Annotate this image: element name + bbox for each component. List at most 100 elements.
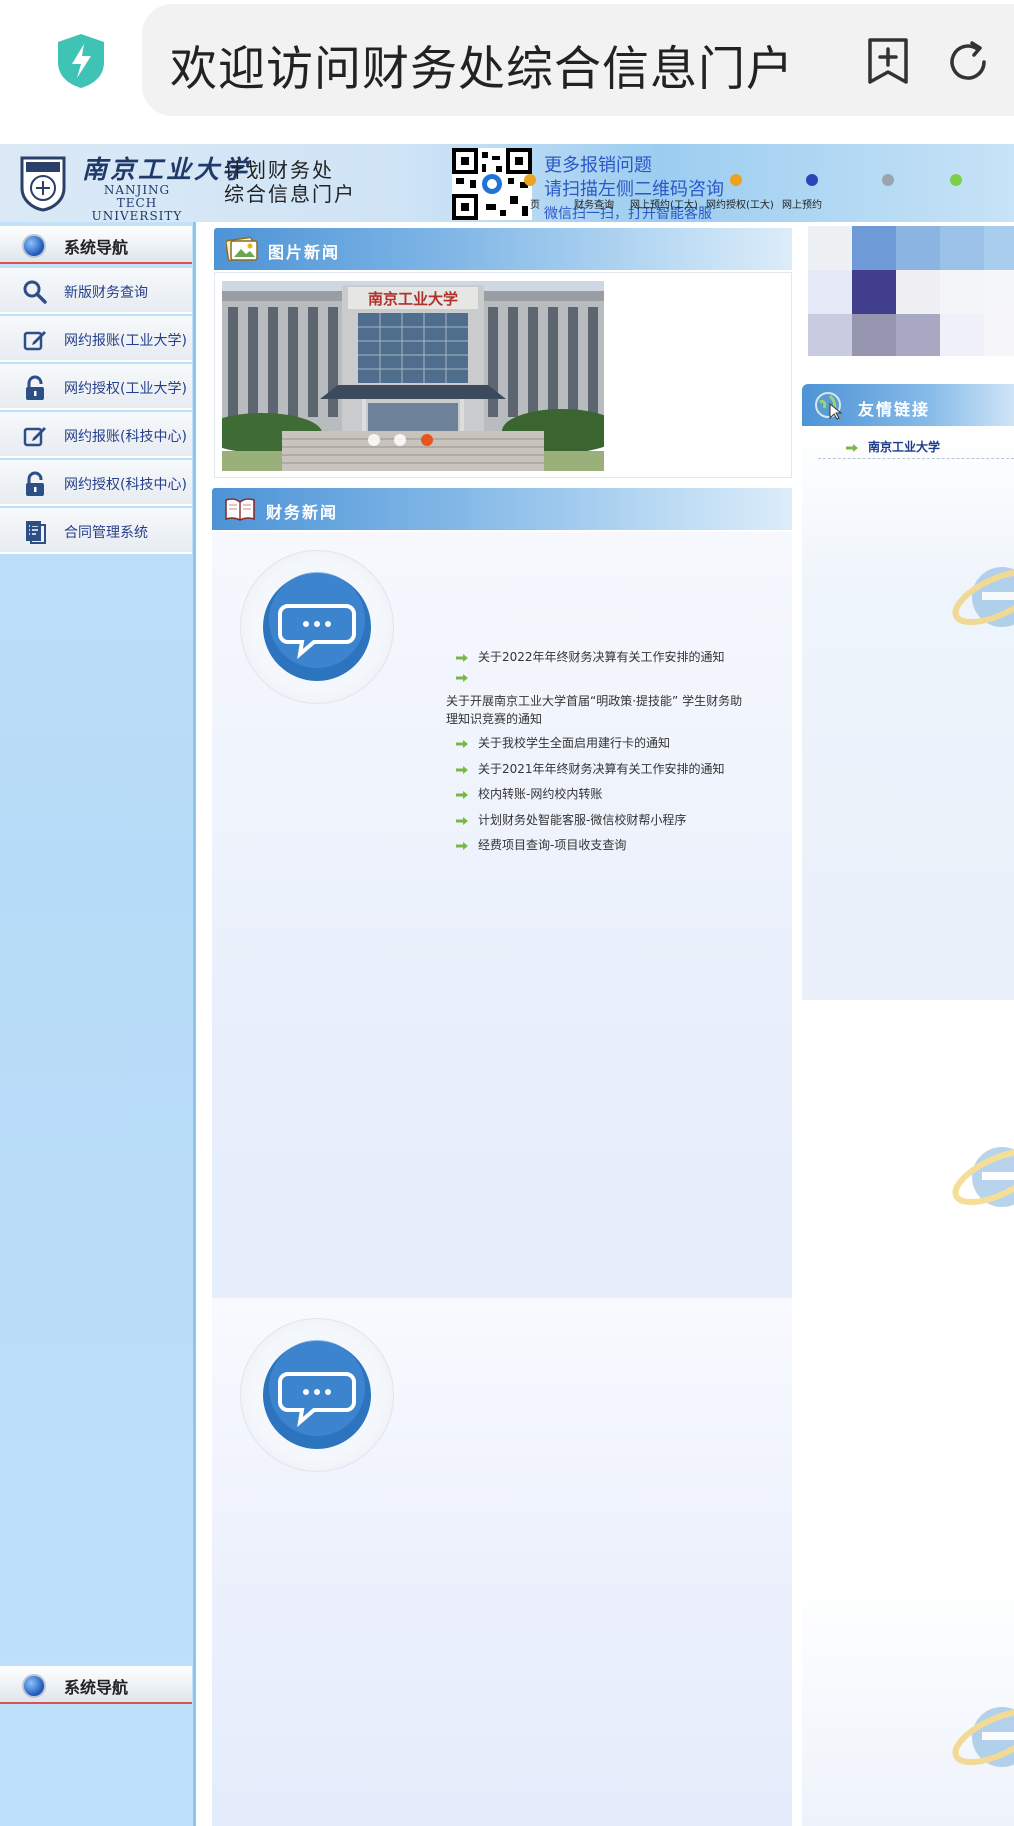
sidebar-item-label[interactable]: 新版财务查询 [64, 282, 148, 302]
ie-watermark-icon [952, 1147, 1014, 1207]
sidebar-item-contract-system[interactable]: 合同管理系统 [0, 508, 192, 554]
qr-code-icon [452, 148, 532, 220]
lock-icon [26, 471, 44, 496]
arrow-right-icon [846, 443, 858, 452]
sidebar-item-label[interactable]: 网约报账(科技中心) [64, 426, 187, 446]
system-nav-header-bottom: 系统导航 [0, 1666, 192, 1704]
building-sign: 南京工业大学 [368, 290, 458, 308]
qr-hint-line1[interactable]: 更多报销问题 [544, 154, 724, 178]
campus-building-photo[interactable]: 南京工业大学 [222, 281, 604, 471]
sidebar-item-reimburse-tech-center[interactable]: 网约报账(科技中心) [0, 412, 192, 458]
sidebar-item-label[interactable]: 合同管理系统 [64, 522, 148, 542]
sidebar-item-reimburse-njtech[interactable]: 网约报账(工业大学) [0, 316, 192, 362]
nav-dot-icon [950, 174, 962, 186]
arrow-right-icon [456, 739, 468, 748]
nav-dot-icon [806, 174, 818, 186]
slide-dot-1[interactable] [368, 434, 380, 446]
slide-dot-3[interactable] [421, 434, 433, 446]
news-item-text[interactable]: 关于开展南京工业大学首届“明政策·提技能” 学生财务助 [446, 694, 742, 708]
edit-icon [23, 427, 46, 447]
site-header: 南京工业大学 NANJING TECH UNIVERSITY 计划财务处 综合信… [0, 144, 1014, 222]
nav-dot-icon [730, 174, 742, 186]
arrow-right-icon [456, 816, 468, 825]
news-item-text[interactable]: 经费项目查询-项目收支查询 [478, 838, 626, 852]
qr-hint[interactable]: 更多报销问题 请扫描左侧二维码咨询 微信扫一扫，打开智能客服 [544, 154, 724, 222]
arrow-right-icon [456, 790, 468, 799]
sidebar-item-label[interactable]: 网约授权(科技中心) [64, 474, 187, 494]
sidebar-item-authorize-njtech[interactable]: 网约授权(工业大学) [0, 364, 192, 410]
portal-title: 计划财务处 综合信息门户 [224, 158, 356, 206]
add-bookmark-icon[interactable] [866, 36, 910, 86]
news-item-text[interactable]: 关于我校学生全面启用建行卡的通知 [478, 736, 670, 750]
system-nav-title: 系统导航 [64, 238, 129, 257]
photo-news-header: 图片新闻 [214, 228, 792, 270]
pixelated-image [808, 226, 1014, 356]
right-top-banner [802, 222, 1014, 382]
portal-title-line2: 综合信息门户 [224, 182, 356, 206]
slide-dot-2[interactable] [394, 434, 406, 446]
search-icon [23, 280, 47, 304]
top-nav-authorization[interactable]: 网约授权(工大) [706, 196, 774, 211]
portal-title-line1: 计划财务处 [224, 158, 334, 182]
news-item[interactable]: 关于2022年年终财务决算有关工作安排的通知 [456, 648, 725, 665]
news-item[interactable]: 经费项目查询-项目收支查询 [456, 836, 626, 853]
university-seal-icon [20, 156, 66, 212]
friend-links-body [802, 426, 1014, 1000]
news-item-text[interactable]: 校内转账-网约校内转账 [478, 787, 602, 801]
document-icon [26, 521, 46, 544]
top-nav-booking-2[interactable]: 网上预约 [782, 196, 822, 211]
sidebar-item-authorize-tech-center[interactable]: 网约授权(科技中心) [0, 460, 192, 506]
news-item-text[interactable]: 计划财务处智能客服-微信校财帮小程序 [478, 813, 686, 827]
school-name-en: NANJING TECH UNIVERSITY [91, 183, 183, 223]
friend-link-label[interactable]: 南京工业大学 [868, 440, 940, 454]
system-nav-title: 系统导航 [64, 1678, 129, 1697]
news-item[interactable]: 关于开展南京工业大学首届“明政策·提技能” 学生财务助 [446, 692, 742, 709]
sidebar-item-label[interactable]: 网约授权(工业大学) [64, 378, 187, 398]
photo-gallery-icon [226, 236, 258, 262]
arrow-right-icon [456, 841, 468, 850]
finance-news-title: 财务新闻 [266, 503, 339, 522]
top-nav-booking[interactable]: 网上预约(工大) [630, 196, 698, 211]
lock-icon [26, 375, 44, 400]
top-nav-finance-query[interactable]: 财务查询 [574, 196, 614, 211]
finance-news-header: 财务新闻 [212, 488, 792, 530]
friend-links-header: 友情链接 [802, 384, 1014, 426]
news-item-text[interactable]: 关于2021年年终财务决算有关工作安排的通知 [478, 762, 725, 776]
news-item[interactable]: 关于我校学生全面启用建行卡的通知 [456, 734, 670, 751]
divider [818, 458, 1014, 459]
news-item[interactable]: 理知识竞赛的通知 [446, 710, 542, 727]
address-bar-title[interactable]: 欢迎访问财务处综合信息门户 [170, 30, 794, 99]
photo-news-title: 图片新闻 [268, 243, 341, 262]
friend-links-title: 友情链接 [858, 400, 931, 419]
news-item-text[interactable]: 关于2022年年终财务决算有关工作安排的通知 [478, 650, 725, 664]
arrow-right-icon [456, 765, 468, 774]
chat-bubble-icon [263, 1340, 371, 1449]
security-shield-icon[interactable] [54, 32, 108, 90]
chat-bubble-icon [263, 572, 371, 681]
sidebar-item-label[interactable]: 网约报账(工业大学) [64, 330, 187, 350]
nav-dot-icon [524, 174, 536, 186]
top-nav-home[interactable]: 页 [530, 196, 540, 211]
news-item[interactable] [456, 670, 478, 684]
reload-icon[interactable] [944, 38, 992, 86]
globe-cursor-icon [815, 392, 843, 420]
friend-link-item[interactable]: 南京工业大学 [846, 438, 940, 455]
system-nav-header: 系统导航 [0, 226, 192, 264]
edit-icon [23, 331, 46, 351]
browser-toolbar: 欢迎访问财务处综合信息门户 [0, 0, 1014, 140]
news-item[interactable]: 计划财务处智能客服-微信校财帮小程序 [456, 811, 686, 828]
arrow-right-icon [456, 673, 468, 682]
book-icon [225, 498, 255, 521]
arrow-right-icon [456, 653, 468, 662]
sidebar: 系统导航 新版财务查询 网约报账(工业大学) 网约授权(工业大学) 网约报账(科… [0, 222, 196, 1826]
ie-watermark-icon [952, 1707, 1014, 1767]
news-item-text[interactable]: 理知识竞赛的通知 [446, 712, 542, 726]
ie-watermark-icon [952, 567, 1014, 627]
news-item[interactable]: 校内转账-网约校内转账 [456, 785, 602, 802]
right-column: 友情链接 南京工业大学 [802, 222, 1014, 1826]
nav-dot-icon [882, 174, 894, 186]
globe-icon [22, 234, 46, 258]
news-item[interactable]: 关于2021年年终财务决算有关工作安排的通知 [456, 760, 725, 777]
globe-icon [22, 1674, 46, 1698]
sidebar-item-finance-query[interactable]: 新版财务查询 [0, 268, 192, 314]
